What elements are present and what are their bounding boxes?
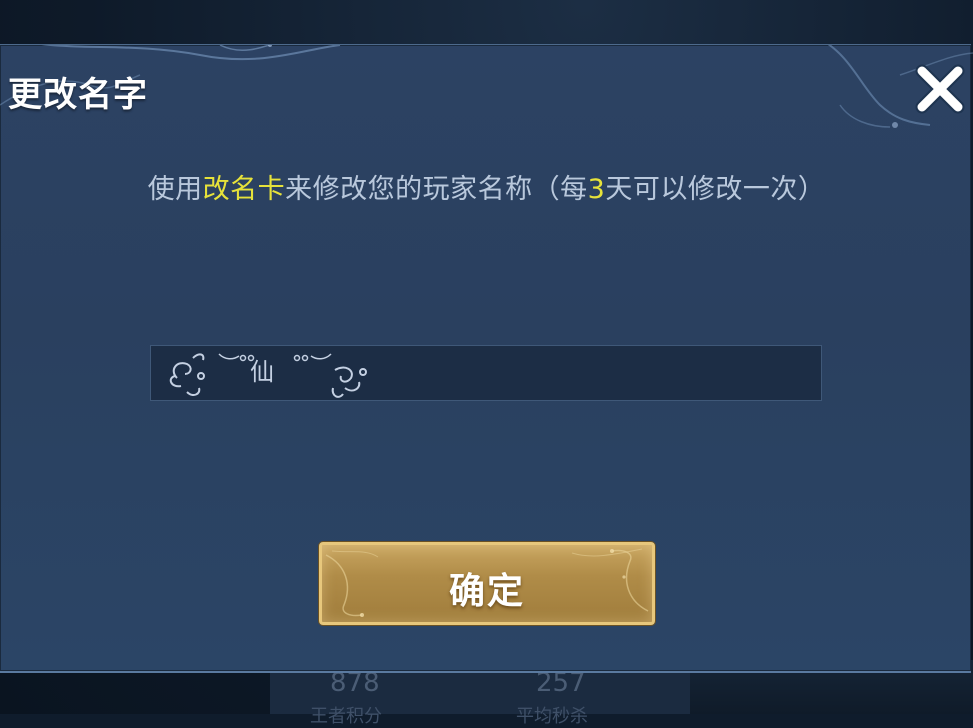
rename-description: 使用改名卡来修改您的玩家名称（每3天可以修改一次） xyxy=(0,167,973,206)
player-name-input[interactable] xyxy=(151,346,821,400)
dialog-title: 更改名字 xyxy=(8,75,148,115)
name-input-container: 仙 xyxy=(150,345,822,401)
description-prefix: 使用 xyxy=(147,174,203,205)
background-stat-label: 王者积分 xyxy=(310,706,382,727)
confirm-button[interactable]: 确定 xyxy=(319,542,655,625)
close-x-icon xyxy=(915,64,965,114)
days-count-highlight: 3 xyxy=(587,174,606,205)
confirm-button-label: 确定 xyxy=(448,571,525,612)
rename-dialog: 更改名字 使用改名卡来修改您的玩家名称（每3天可以修改一次） 仙 确定 xyxy=(0,44,973,673)
background-stat-label: 平均秒杀 xyxy=(516,706,588,727)
close-button[interactable] xyxy=(912,61,968,117)
rename-card-highlight: 改名卡 xyxy=(202,174,286,205)
description-middle: 来修改您的玩家名称（每 xyxy=(285,174,588,205)
description-suffix: 天可以修改一次） xyxy=(605,174,826,205)
